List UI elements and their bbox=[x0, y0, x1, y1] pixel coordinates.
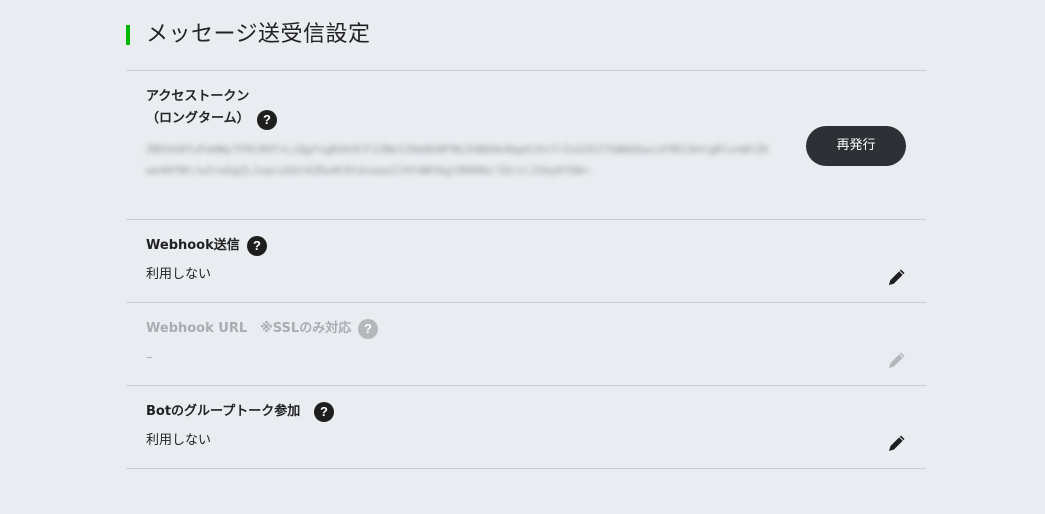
pencil-icon[interactable] bbox=[886, 266, 908, 288]
webhook-send-value: 利用しない bbox=[146, 267, 212, 282]
access-token-row: アクセストークン （ロングターム） ? ZN5hG0fuFeHWy7FRC89T… bbox=[126, 71, 926, 220]
bot-group-label: Botのグループトーク参加 bbox=[146, 404, 301, 419]
page-title: メッセージ送受信設定 bbox=[146, 22, 371, 47]
webhook-send-row: Webhook送信 ? 利用しない bbox=[126, 220, 926, 303]
webhook-send-label: Webhook送信 bbox=[146, 238, 240, 253]
access-token-label-line1: アクセストークン bbox=[146, 89, 250, 104]
access-token-value: ZN5hG0fuFeHWy7FRC89T+LiQgfvgKGhXCF1ZNe1Z… bbox=[146, 143, 769, 177]
bot-group-row: Botのグループトーク参加 ? 利用しない bbox=[126, 386, 926, 469]
help-icon[interactable]: ? bbox=[247, 236, 267, 256]
help-icon: ? bbox=[358, 319, 378, 339]
help-icon[interactable]: ? bbox=[314, 402, 334, 422]
pencil-icon bbox=[889, 352, 905, 368]
bot-group-value: 利用しない bbox=[146, 433, 212, 448]
help-icon[interactable]: ? bbox=[257, 110, 277, 130]
reissue-button[interactable]: 再発行 bbox=[806, 126, 906, 166]
access-token-label-line2: （ロングターム） bbox=[146, 111, 250, 126]
title-accent-bar bbox=[126, 25, 130, 45]
pencil-icon[interactable] bbox=[886, 432, 908, 454]
settings-panel: メッセージ送受信設定 アクセストークン （ロングターム） ? ZN5hG0fuF… bbox=[126, 0, 926, 469]
webhook-url-value: – bbox=[146, 350, 153, 365]
webhook-url-row: Webhook URL ※SSLのみ対応 ? – bbox=[126, 303, 926, 386]
webhook-url-label: Webhook URL ※SSLのみ対応 bbox=[146, 321, 352, 336]
section-header: メッセージ送受信設定 bbox=[126, 0, 926, 71]
